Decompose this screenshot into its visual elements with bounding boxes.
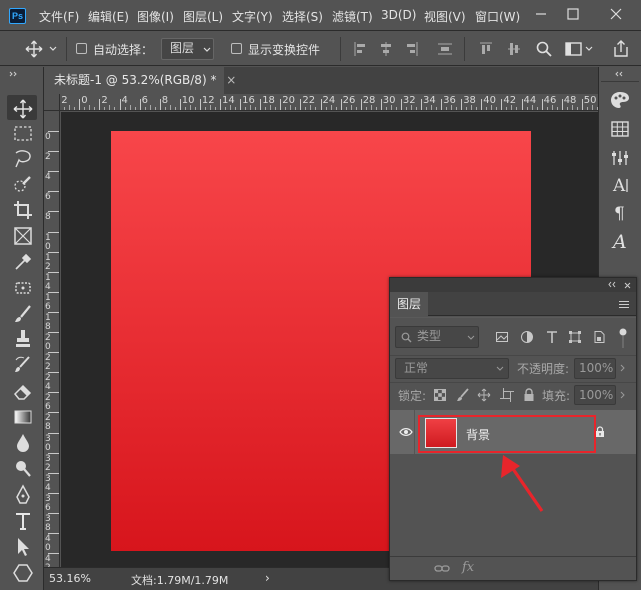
annotation-arrow: [501, 455, 544, 512]
